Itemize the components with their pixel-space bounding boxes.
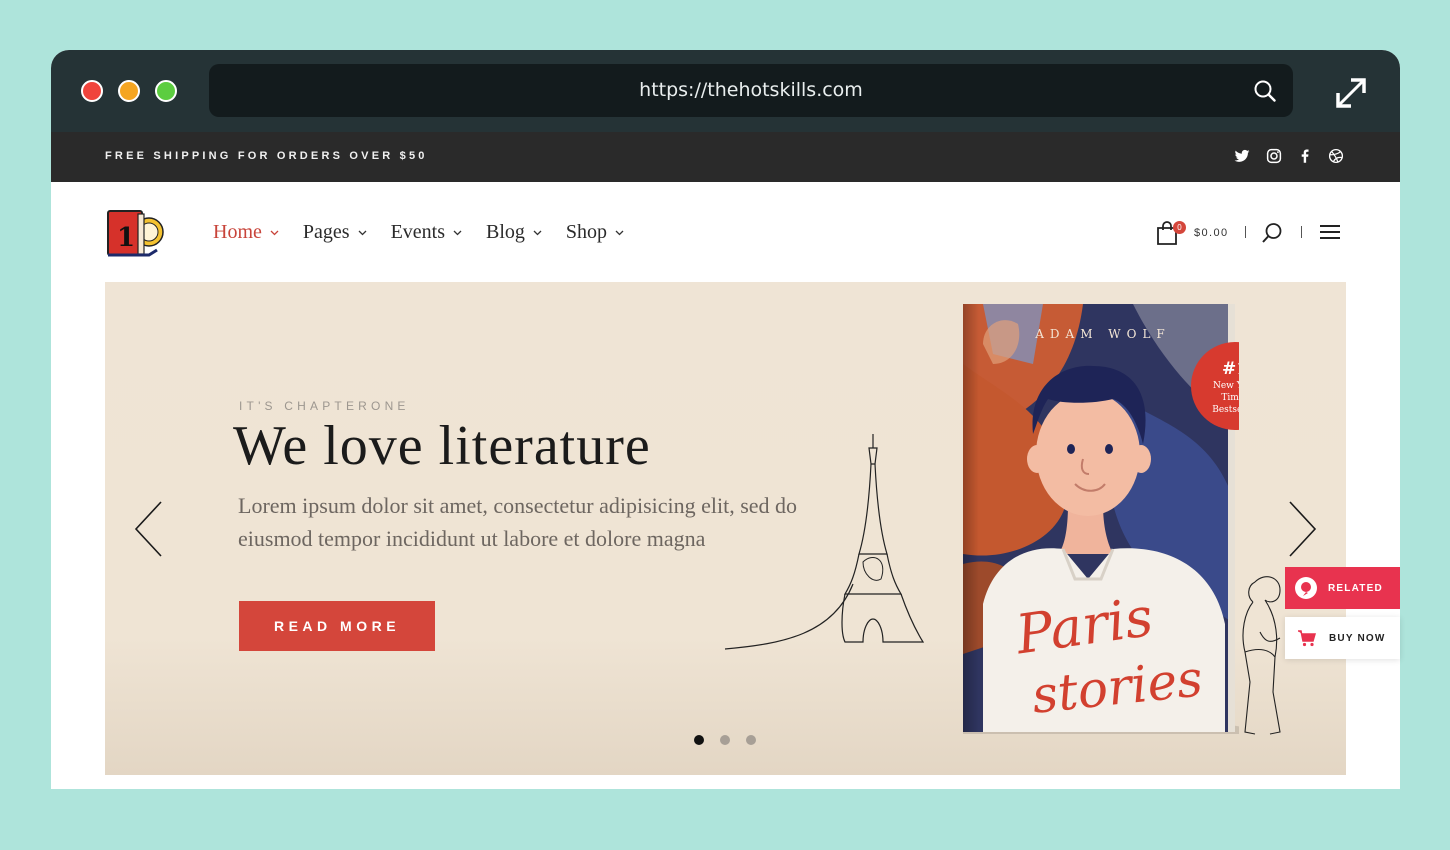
chevron-down-icon (615, 230, 624, 235)
facebook-icon[interactable] (1296, 147, 1314, 165)
read-more-button[interactable]: READ MORE (239, 601, 435, 651)
hero-eyebrow: IT'S CHAPTERONE (239, 399, 410, 413)
cart-total: $0.00 (1194, 227, 1229, 239)
main-nav: Home Pages Events Blog Shop (213, 221, 648, 244)
logo-number: 1 (117, 223, 135, 253)
twitter-icon[interactable] (1233, 147, 1251, 165)
chevron-down-icon (358, 230, 367, 235)
nav-item-label: Home (213, 221, 262, 243)
badge-line: New York (1213, 381, 1239, 391)
hamburger-menu-icon[interactable] (1320, 224, 1340, 240)
previous-slide-arrow-icon[interactable] (133, 500, 165, 558)
nav-item-events[interactable]: Events (391, 221, 462, 244)
expand-icon[interactable] (1334, 76, 1368, 110)
related-button[interactable]: RELATED (1285, 567, 1400, 609)
nav-item-shop[interactable]: Shop (566, 221, 624, 244)
nav-item-home[interactable]: Home (213, 221, 279, 244)
next-slide-arrow-icon[interactable] (1286, 500, 1318, 558)
close-window-button[interactable] (81, 80, 103, 102)
search-icon[interactable] (1253, 79, 1277, 103)
hero-description: Lorem ipsum dolor sit amet, consectetur … (238, 493, 798, 551)
nav-item-blog[interactable]: Blog (486, 221, 542, 244)
badge-line: Bestseller (1212, 405, 1239, 415)
search-icon[interactable] (1261, 222, 1283, 244)
nav-item-pages[interactable]: Pages (303, 221, 367, 244)
related-label: RELATED (1328, 582, 1383, 594)
chevron-down-icon (270, 230, 279, 235)
announcement-bar: FREE SHIPPING FOR ORDERS OVER $50 (51, 132, 1400, 182)
maximize-window-button[interactable] (155, 80, 177, 102)
slide-dot-3[interactable] (746, 735, 756, 745)
browser-chrome: https://thehotskills.com (51, 50, 1400, 132)
site-header: 1 Home Pages Events Blog Shop 0 $0.00 (51, 182, 1400, 282)
dribbble-icon[interactable] (1327, 147, 1345, 165)
buy-now-label: BUY NOW (1329, 632, 1386, 644)
book-logo-icon[interactable]: 1 (105, 206, 167, 258)
url-text: https://thehotskills.com (639, 79, 863, 101)
eiffel-tower-illustration (724, 434, 925, 650)
badge-rank: #1 (1222, 359, 1239, 379)
nav-item-label: Pages (302, 221, 350, 243)
nav-item-label: Shop (565, 221, 608, 243)
address-bar[interactable]: https://thehotskills.com (209, 64, 1293, 117)
nav-item-label: Events (390, 221, 445, 243)
buy-now-button[interactable]: BUY NOW (1285, 617, 1400, 659)
header-divider (1245, 226, 1246, 238)
shipping-notice: FREE SHIPPING FOR ORDERS OVER $50 (105, 150, 428, 162)
nav-item-label: Blog (486, 221, 525, 243)
cart-icon (1298, 630, 1316, 647)
chevron-down-icon (533, 230, 542, 235)
book-cover-paris-stories[interactable]: ADAM WOLF #1 New York Times Bestseller P… (963, 304, 1239, 734)
cart-count-badge: 0 (1173, 221, 1186, 234)
instagram-icon[interactable] (1265, 147, 1283, 165)
related-pin-icon (1295, 577, 1317, 599)
minimize-window-button[interactable] (118, 80, 140, 102)
chevron-down-icon (453, 230, 462, 235)
browser-window: https://thehotskills.com FREE SHIPPING F… (51, 50, 1400, 789)
badge-line: Times (1221, 393, 1239, 403)
hero-slider: IT'S CHAPTERONE We love literature Lorem… (105, 282, 1346, 775)
hero-title: We love literature (233, 415, 651, 477)
slide-dot-2[interactable] (720, 735, 730, 745)
slide-dot-1[interactable] (694, 735, 704, 745)
header-divider (1301, 226, 1302, 238)
book-author: ADAM WOLF (1034, 327, 1171, 341)
